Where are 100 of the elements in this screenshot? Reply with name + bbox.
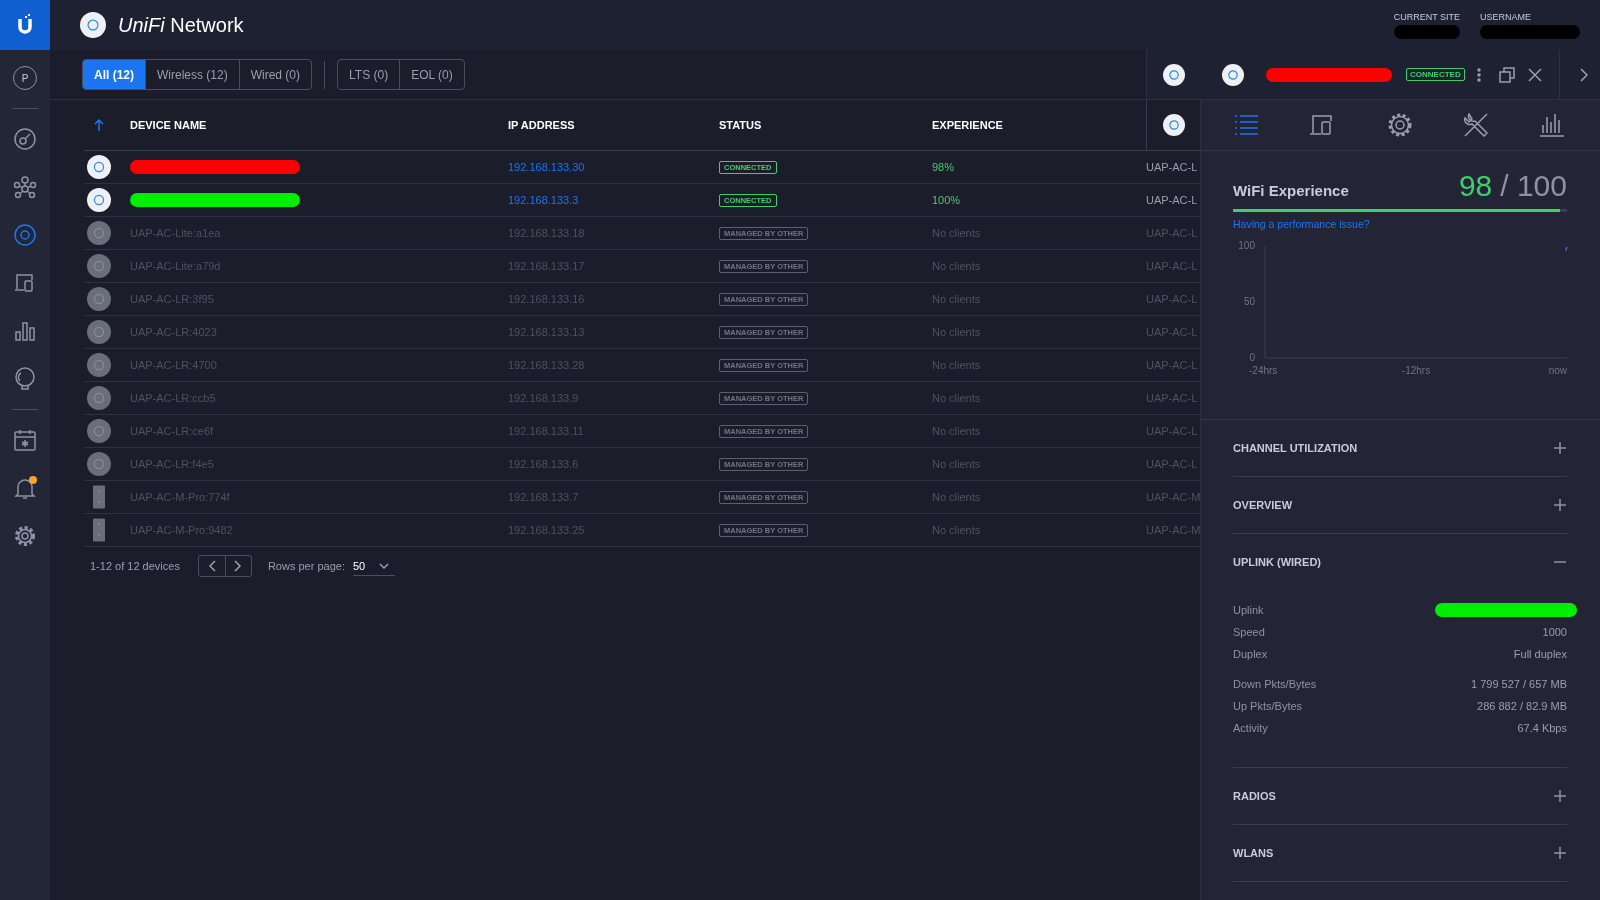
field-value: Full duplex — [1513, 648, 1567, 660]
field-label: Activity — [1233, 722, 1268, 734]
access-point-icon — [80, 12, 106, 38]
expand-icon[interactable] — [1553, 441, 1567, 455]
table-cell-text: UAP-AC-LR:4023 — [130, 326, 218, 338]
table-cell-text: UAP-AC-M-Pro:9482 — [130, 524, 234, 536]
table-cell-text: UAP-AC-L — [1146, 458, 1199, 470]
table-cell-text: UAP-AC-LR:ccb5 — [130, 392, 217, 404]
column-header[interactable]: EXPERIENCE — [932, 119, 1146, 131]
table-cell-text: UAP-AC-L — [1146, 359, 1199, 371]
axis-label: 0 — [1249, 352, 1255, 363]
rows-per-page-select[interactable]: 50 — [352, 556, 396, 576]
table-cell-text: 192.168.133.9 — [508, 392, 580, 404]
score-max: / 100 — [1500, 169, 1567, 203]
accordion-header[interactable]: RADIOS — [1233, 768, 1567, 825]
axis-label: -24hrs — [1249, 365, 1278, 376]
access-point-icon — [1162, 63, 1185, 86]
expand-icon[interactable] — [1553, 789, 1567, 803]
topology-icon[interactable] — [13, 175, 37, 199]
table-cell-text: UAP-AC-L — [1146, 260, 1199, 272]
field-label: Uplink — [1233, 604, 1264, 616]
table-cell-text: UAP-AC-M-Pro:774f — [130, 491, 231, 503]
table-cell-text: 98% — [932, 161, 956, 173]
table-cell-text: 192.168.133.11 — [508, 425, 585, 437]
caret-icon — [379, 561, 390, 570]
sort-arrow-icon[interactable] — [93, 118, 105, 132]
access-point-icon — [87, 320, 111, 344]
settings-icon[interactable] — [13, 524, 37, 548]
table-cell: UAP-AC-M — [1146, 491, 1200, 503]
rows-per-page-label: Rows per page: — [267, 560, 345, 572]
table-cell-text: UAP-AC-Lite:a79d — [130, 260, 222, 272]
table-cell-text: UAP-AC-L — [1146, 326, 1199, 338]
chevron-right-icon — [233, 560, 244, 572]
product-title: UniFi Network — [118, 13, 244, 37]
table-cell-text: UAP-AC-LR:4700 — [130, 359, 218, 371]
bar-chart-icon[interactable] — [13, 319, 37, 343]
experience-line — [1564, 246, 1568, 252]
table-cell-text: UAP-AC-L — [1146, 161, 1199, 173]
table-cell-text: UAP-AC-LR:f4e5 — [130, 458, 215, 470]
axis-label: 100 — [1238, 240, 1255, 251]
gauge-icon[interactable] — [13, 127, 37, 151]
column-header[interactable]: IP ADDRESS — [508, 119, 719, 131]
filter-tab[interactable]: LTS (0) — [338, 60, 401, 89]
popout-icon[interactable] — [1498, 66, 1515, 83]
column-header[interactable]: STATUS — [719, 119, 932, 131]
table-cell-text: 192.168.133.7 — [508, 491, 580, 503]
filter-tab[interactable]: Wired (0) — [239, 60, 312, 89]
page-summary: 1-12 of 12 devices — [90, 560, 180, 572]
access-point-icon — [87, 221, 111, 245]
access-point-icon[interactable] — [13, 223, 37, 247]
score-value: 98 — [1458, 169, 1493, 203]
table-cell-text: UAP-AC-LR:ce6f — [130, 425, 215, 437]
chevron-left-icon — [206, 560, 217, 572]
table-cell-text: 192.168.133.13 — [508, 326, 586, 338]
status-badge: CONNECTED — [1406, 68, 1465, 81]
access-point-icon — [87, 386, 111, 410]
username-label: USERNAME — [1480, 11, 1532, 22]
site-label: CURRENT SITE — [1393, 11, 1460, 22]
column-header[interactable]: DEVICE NAME — [130, 119, 508, 131]
filter-tab[interactable]: EOL (0) — [400, 60, 464, 89]
accordion-header[interactable]: WLANS — [1233, 825, 1567, 882]
accordion-header[interactable]: OVERVIEW — [1233, 477, 1567, 534]
filter-tab[interactable]: Wireless (12) — [146, 60, 240, 89]
logo-tile[interactable] — [0, 0, 50, 50]
access-point-icon — [87, 254, 111, 278]
table-cell-text: UAP-AC-L — [1146, 392, 1199, 404]
table-cell: UAP-AC-M — [1146, 524, 1200, 536]
section-title: WiFi Experience — [1233, 182, 1349, 201]
tools-icon — [1461, 111, 1490, 139]
field-label: Speed — [1233, 626, 1265, 638]
access-point-icon — [87, 155, 111, 179]
accordion-header[interactable]: UPLINK (WIRED) — [1233, 534, 1567, 590]
table-cell-text: UAP-AC-L — [1146, 293, 1199, 305]
axis-label: now — [1548, 365, 1567, 376]
bell-icon[interactable] — [13, 476, 37, 500]
access-point-icon — [87, 188, 111, 212]
accordion-header[interactable]: CHANNEL UTILIZATION — [1233, 420, 1567, 477]
field-value: 1 799 527 / 657 MB — [1471, 678, 1567, 690]
access-point-icon — [87, 452, 111, 476]
close-icon[interactable] — [1526, 66, 1543, 83]
table-cell-text: 192.168.133.16 — [508, 293, 586, 305]
ip-link[interactable]: 192.168.133.30 — [508, 161, 719, 173]
field-value: 67.4 Kbps — [1517, 722, 1567, 734]
table-cell-text: 192.168.133.28 — [508, 359, 586, 371]
table-cell-text: UAP-AC-Lite:a1ea — [130, 227, 222, 239]
table-cell-text: UAP-AC-L — [1146, 227, 1199, 239]
axis-label: 50 — [1243, 296, 1255, 307]
table-cell-text: UAP-AC-L — [1146, 194, 1199, 206]
access-point-icon — [87, 419, 111, 443]
help-link[interactable]: Having a performance issue? — [1233, 218, 1370, 230]
field-value: 286 882 / 82.9 MB — [1477, 700, 1567, 712]
expand-icon[interactable] — [1553, 846, 1567, 860]
filter-tab[interactable]: All (12) — [83, 60, 146, 89]
table-cell-text: 192.168.133.17 — [508, 260, 586, 272]
expand-icon[interactable] — [1553, 498, 1567, 512]
bulb-icon[interactable] — [13, 367, 37, 391]
field-value: 1000 — [1542, 626, 1567, 638]
table-cell-text: 100% — [932, 194, 962, 206]
ip-link[interactable]: 192.168.133.3 — [508, 194, 719, 206]
table-cell-text: UAP-AC-L — [1146, 425, 1199, 437]
